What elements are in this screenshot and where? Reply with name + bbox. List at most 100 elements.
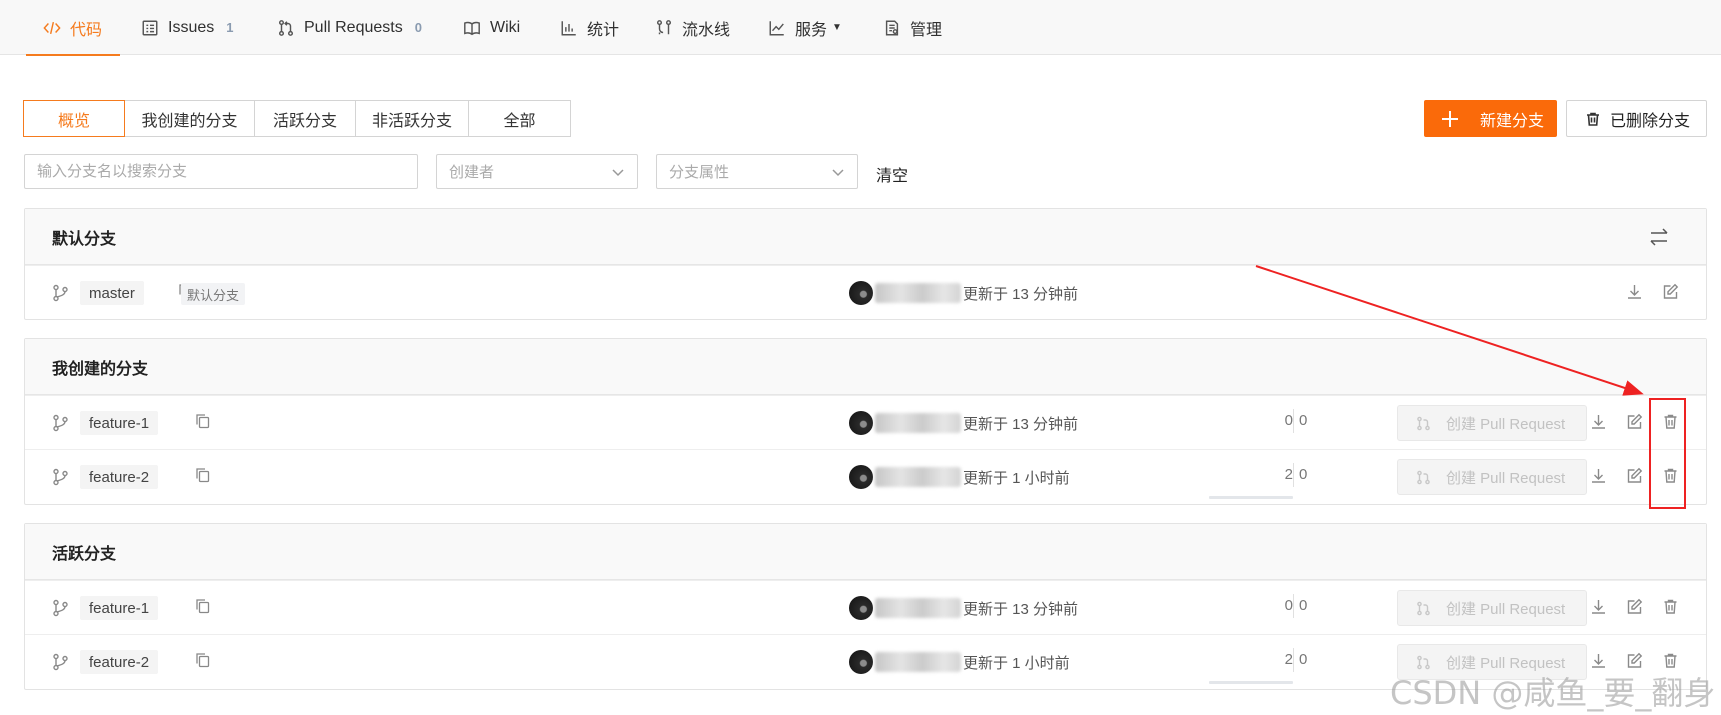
redacted-username	[875, 598, 961, 618]
branch-filter-tabs: 概览 我创建的分支 活跃分支 非活跃分支 全部	[23, 100, 571, 137]
tab-code[interactable]: 代码	[25, 0, 121, 56]
tab-statistics-label: 统计	[587, 21, 620, 39]
commits-behind-count: 0	[1299, 597, 1308, 614]
section-title: 活跃分支	[52, 545, 117, 563]
branch-name[interactable]: feature-2	[80, 650, 159, 674]
switch-default-branch-icon[interactable]	[1648, 227, 1670, 247]
issues-count-badge: 1	[226, 20, 234, 35]
filter-tab-active[interactable]: 活跃分支	[254, 100, 356, 137]
repo-nav-bar: 代码 Issues 1 Pull Requests 0 Wiki 统计 流水线 …	[0, 0, 1721, 56]
pull-request-icon	[1417, 470, 1430, 484]
watermark: CSDN @咸鱼_要_翻身	[1390, 674, 1716, 712]
tab-pull-requests[interactable]: Pull Requests 0	[276, 0, 422, 55]
pull-request-icon	[1417, 601, 1430, 615]
download-icon[interactable]	[1590, 467, 1608, 485]
bar-chart-icon	[559, 18, 579, 38]
branch-name[interactable]: feature-1	[80, 411, 159, 435]
edit-icon[interactable]	[1626, 598, 1644, 616]
tab-admin[interactable]: 管理	[882, 0, 942, 55]
redacted-username	[875, 652, 961, 672]
filter-tab-inactive[interactable]: 非活跃分支	[355, 100, 469, 137]
edit-icon[interactable]	[1626, 467, 1644, 485]
ahead-behind-divider	[1293, 409, 1294, 433]
ahead-behind-divider	[1293, 594, 1294, 618]
copy-icon[interactable]	[195, 598, 211, 616]
tab-wiki[interactable]: Wiki	[462, 0, 520, 55]
pull-request-icon	[276, 18, 296, 38]
tab-services[interactable]: 服务 ▼	[767, 0, 842, 55]
branch-icon	[52, 414, 69, 432]
download-icon[interactable]	[1590, 598, 1608, 616]
avatar	[849, 465, 873, 489]
copy-icon[interactable]	[195, 652, 211, 670]
ahead-behind-divider	[1293, 463, 1294, 487]
branch-icon	[52, 653, 69, 671]
default-branch-badge: 默认分支	[181, 283, 246, 305]
section-title: 默认分支	[52, 230, 117, 248]
avatar	[849, 596, 873, 620]
download-icon[interactable]	[1590, 413, 1608, 431]
filter-tab-all[interactable]: 全部	[468, 100, 571, 137]
commits-behind-count: 0	[1299, 651, 1308, 668]
filter-tab-mine[interactable]: 我创建的分支	[124, 100, 255, 137]
commits-behind-count: 0	[1299, 466, 1308, 483]
branch-name[interactable]: feature-1	[80, 596, 159, 620]
active-branches-section: 活跃分支 feature-1 更新于 13 分钟前 0 0 创建 Pull Re…	[24, 523, 1707, 690]
create-pull-request-button[interactable]: 创建 Pull Request	[1397, 459, 1587, 495]
new-branch-label: 新建分支	[1480, 112, 1545, 130]
settings-doc-icon	[882, 18, 902, 38]
updated-time: 更新于 1 小时前	[963, 655, 1070, 672]
create-pull-request-button[interactable]: 创建 Pull Request	[1397, 405, 1587, 441]
branch-icon	[52, 284, 69, 302]
chevron-down-icon	[831, 165, 845, 179]
branch-name[interactable]: master	[80, 281, 144, 305]
section-title: 我创建的分支	[52, 360, 149, 378]
branch-row: master 默认分支 更新于 13 分钟前	[25, 265, 1706, 319]
branch-attribute-select[interactable]: 分支属性	[656, 154, 858, 189]
edit-icon[interactable]	[1662, 283, 1680, 301]
tab-pipeline[interactable]: 流水线	[654, 0, 730, 55]
my-branches-section: 我创建的分支 feature-1 更新于 13 分钟前 0 0 创建 Pull …	[24, 338, 1707, 505]
tab-issues[interactable]: Issues 1	[140, 0, 233, 55]
filter-tab-overview[interactable]: 概览	[23, 100, 125, 137]
pull-requests-count-badge: 0	[414, 20, 422, 35]
commits-ahead-count: 0	[1284, 412, 1293, 429]
deleted-branches-button[interactable]: 已删除分支	[1566, 100, 1707, 137]
clear-filters-link[interactable]: 清空	[876, 162, 908, 186]
branch-row: feature-2 更新于 1 小时前 2 0 创建 Pull Request	[25, 449, 1706, 503]
tab-wiki-label: Wiki	[490, 18, 521, 36]
commits-ahead-count: 0	[1284, 597, 1293, 614]
copy-icon[interactable]	[195, 413, 211, 431]
create-pull-request-label: 创建 Pull Request	[1446, 469, 1566, 487]
delete-icon[interactable]	[1662, 598, 1680, 616]
create-pull-request-label: 创建 Pull Request	[1446, 415, 1566, 433]
updated-time: 更新于 13 分钟前	[963, 601, 1079, 618]
pull-request-icon	[1417, 416, 1430, 430]
edit-icon[interactable]	[1626, 413, 1644, 431]
attribute-select-placeholder: 分支属性	[669, 164, 730, 181]
branch-row: feature-1 更新于 13 分钟前 0 0 创建 Pull Request	[25, 395, 1706, 449]
tab-code-label: 代码	[70, 21, 103, 39]
new-branch-button[interactable]: 新建分支	[1424, 100, 1557, 137]
line-chart-icon	[767, 18, 787, 38]
updated-time: 更新于 1 小时前	[963, 470, 1070, 487]
create-pull-request-button[interactable]: 创建 Pull Request	[1397, 590, 1587, 626]
download-icon[interactable]	[1626, 283, 1644, 301]
branch-name[interactable]: feature-2	[80, 465, 159, 489]
annotation-highlight-box	[1649, 398, 1686, 509]
copy-icon[interactable]	[195, 467, 211, 485]
redacted-username	[875, 413, 961, 433]
issues-icon	[140, 18, 160, 38]
tab-issues-label: Issues	[168, 18, 215, 36]
branch-search-input[interactable]	[24, 154, 418, 189]
pipeline-icon	[654, 18, 674, 38]
section-header: 我创建的分支	[25, 339, 1706, 395]
tab-statistics[interactable]: 统计	[559, 0, 619, 55]
branch-icon	[52, 468, 69, 486]
creator-select-placeholder: 创建者	[449, 164, 495, 181]
branch-row: feature-1 更新于 13 分钟前 0 0 创建 Pull Request	[25, 580, 1706, 634]
creator-select[interactable]: 创建者	[436, 154, 638, 189]
code-icon	[42, 18, 62, 38]
avatar	[849, 411, 873, 435]
chevron-down-icon: ▼	[832, 22, 842, 33]
